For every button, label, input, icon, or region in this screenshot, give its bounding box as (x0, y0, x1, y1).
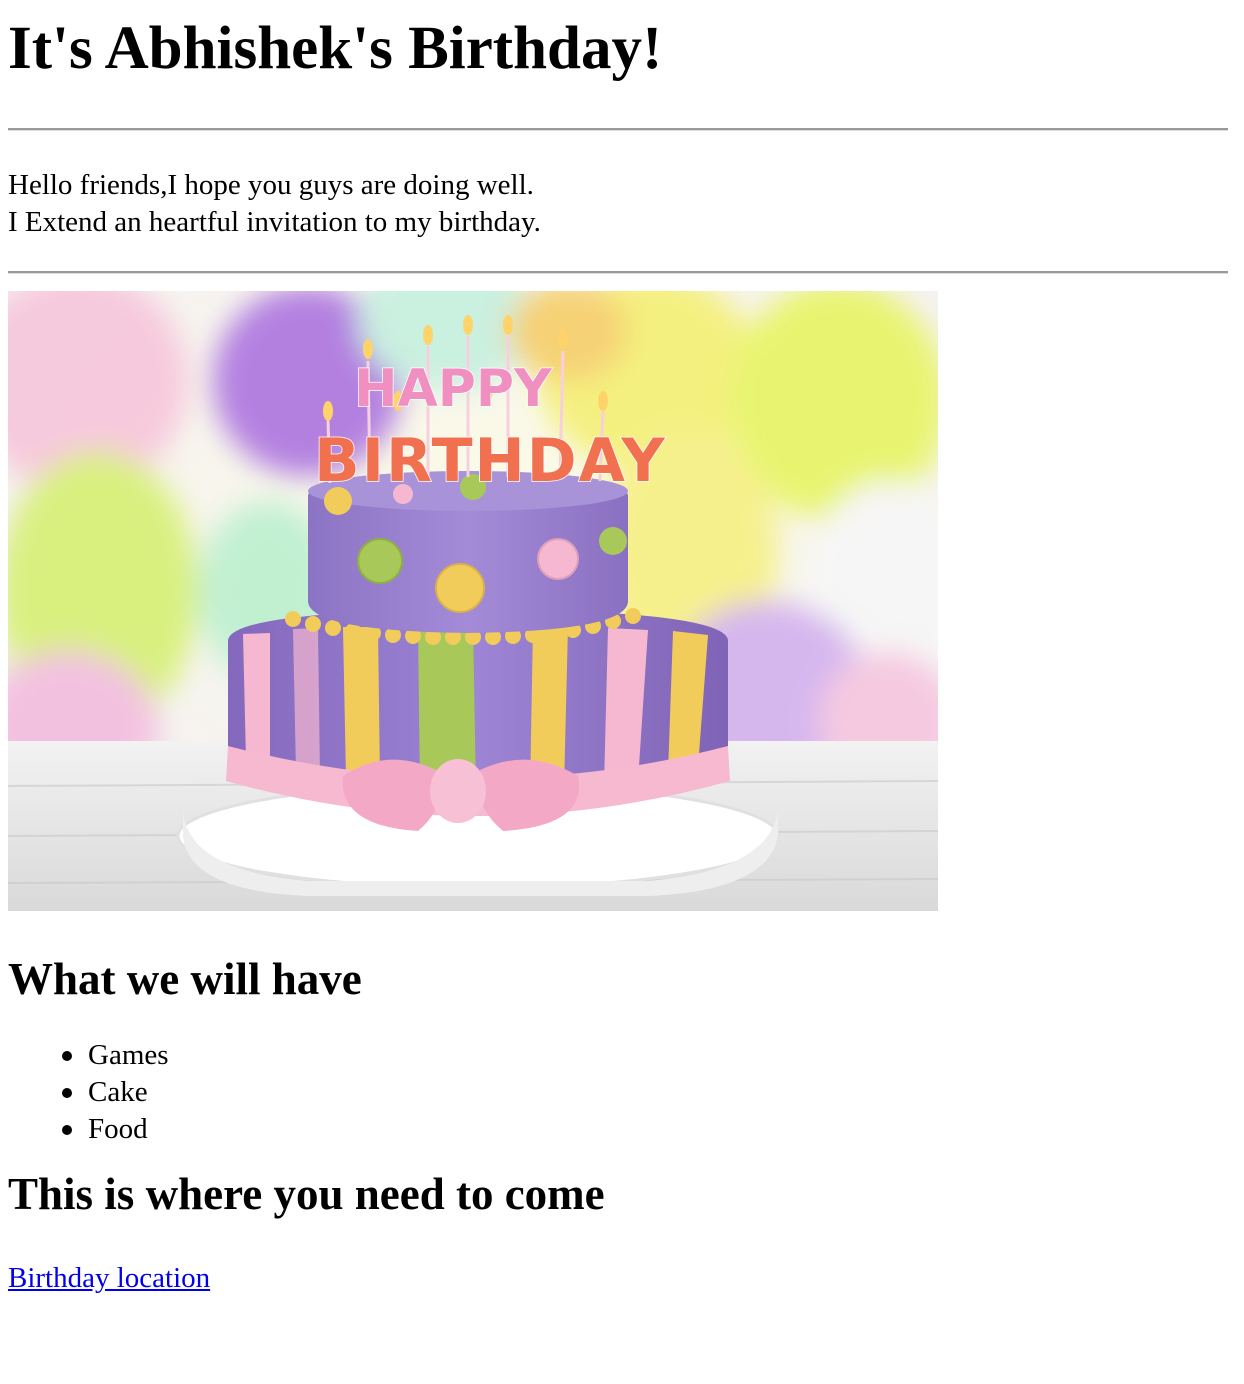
birthday-cake-image: HAPPY BIRTHDAY (8, 291, 938, 911)
have-list: Games Cake Food (8, 1037, 1236, 1148)
candle-text-birthday: BIRTHDAY (314, 426, 667, 496)
section-heading-have: What we will have (8, 954, 362, 1004)
list-item-label: Games (88, 1039, 169, 1071)
list-item-label: Cake (88, 1076, 148, 1108)
bullet-icon (62, 1051, 72, 1061)
list-item-label: Food (88, 1113, 148, 1145)
bullet-icon (62, 1088, 72, 1098)
page-title: It's Abhishek's Birthday! (8, 15, 663, 82)
intro-text: Hello friends,I hope you guys are doing … (8, 167, 1236, 241)
list-item: Food (62, 1111, 1236, 1148)
section-heading-come: This is where you need to come (8, 1169, 605, 1219)
divider-top (8, 128, 1228, 131)
intro-line-2: I Extend an heartful invitation to my bi… (8, 206, 541, 238)
divider-bottom (8, 271, 1228, 274)
list-item: Cake (62, 1074, 1236, 1111)
bullet-icon (62, 1125, 72, 1135)
candle-text-happy: HAPPY (354, 359, 553, 419)
page-content: It's Abhishek's Birthday! Hello friends,… (0, 0, 1244, 1297)
birthday-location-link[interactable]: Birthday location (8, 1260, 210, 1297)
list-item: Games (62, 1037, 1236, 1074)
intro-line-1: Hello friends,I hope you guys are doing … (8, 169, 534, 201)
